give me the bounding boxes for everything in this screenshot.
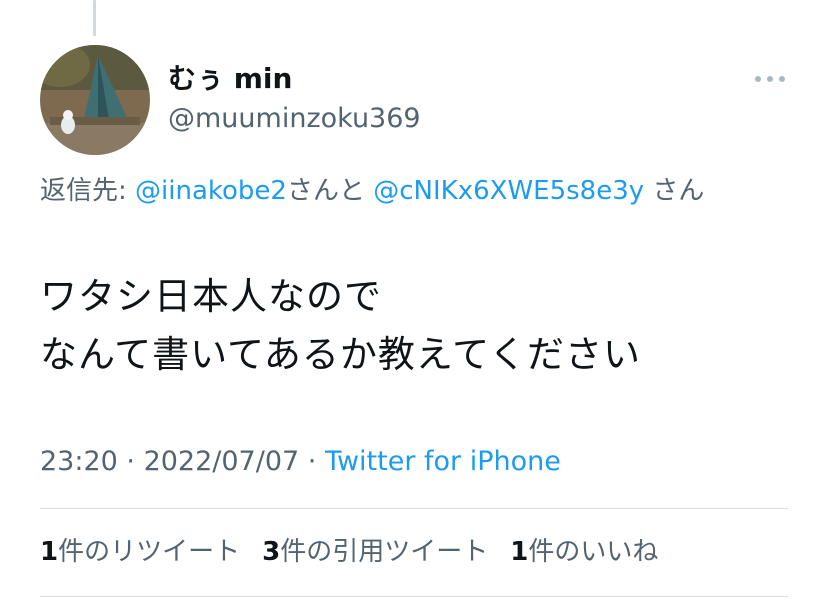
more-horizontal-icon[interactable] [752, 68, 788, 90]
dot [755, 76, 761, 82]
engagement-stats: 1件のリツイート 3件の引用ツイート 1件のいいね [40, 532, 680, 572]
divider [40, 508, 788, 509]
dot [767, 76, 773, 82]
meta-separator: · [299, 446, 325, 477]
tweet-date[interactable]: 2022/07/07 [144, 446, 300, 477]
display-name[interactable]: むぅ min [168, 62, 292, 96]
likes-stat[interactable]: 1件のいいね [510, 532, 658, 572]
tweet-source-link[interactable]: Twitter for iPhone [325, 446, 561, 477]
mention-link[interactable]: @iinakobe2 [135, 176, 287, 206]
meta-separator: · [117, 446, 144, 477]
dot [779, 76, 785, 82]
divider [40, 596, 788, 597]
username[interactable]: @muuminzoku369 [168, 102, 421, 136]
likes-label: 件のいいね [528, 537, 659, 567]
avatar-photo [40, 45, 150, 155]
tweet-text: ワタシ日本人なので なんて書いてあるか教えてください [40, 275, 641, 376]
avatar[interactable] [40, 45, 150, 155]
reply-to-suffix: さん [652, 176, 705, 206]
tweet-time[interactable]: 23:20 [40, 446, 118, 477]
thread-connector-line [93, 0, 96, 36]
quotes-stat[interactable]: 3件の引用ツイート [262, 532, 488, 572]
retweets-count: 1 [40, 537, 59, 567]
mention-link[interactable]: @cNIKx6XWE5s8e3y [373, 176, 644, 206]
retweets-stat[interactable]: 1件のリツイート [40, 532, 240, 572]
likes-count: 1 [510, 537, 529, 567]
quotes-count: 3 [262, 537, 281, 567]
reply-to-joiner: さんと [286, 176, 365, 206]
tweet-meta: 23:20 · 2022/07/07 · Twitter for iPhone [40, 442, 561, 482]
retweets-label: 件のリツイート [58, 537, 241, 567]
reply-to-prefix: 返信先: [40, 176, 136, 206]
quotes-label: 件の引用ツイート [280, 537, 489, 567]
reply-to-line: 返信先: @iinakobe2さんと @cNIKx6XWE5s8e3y さん [40, 172, 800, 210]
